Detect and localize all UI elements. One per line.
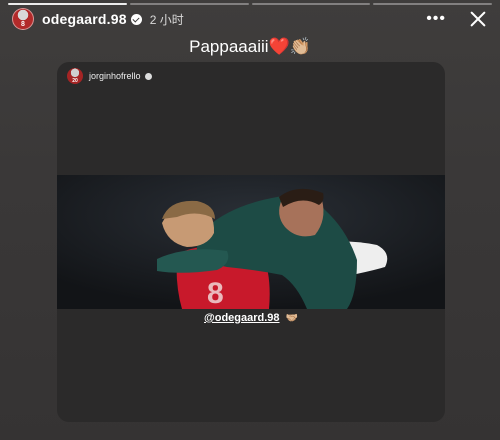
shared-post-username[interactable]: jorginhofrello (89, 71, 141, 81)
progress-segment (129, 3, 249, 5)
verified-badge-icon (130, 13, 142, 25)
verified-badge-icon (144, 72, 152, 80)
avatar[interactable]: 8 (12, 8, 34, 30)
mention-row: @odegaard.98 🤝🏼 (57, 312, 445, 324)
avatar-jersey-number: 8 (21, 21, 25, 28)
progress-segment (373, 3, 492, 5)
story-caption: Pappaaaiii❤️👏🏼 (189, 37, 311, 56)
progress-segment (251, 3, 371, 5)
close-icon[interactable] (468, 9, 488, 29)
story-progress-bar (8, 3, 492, 5)
shared-post-photo: 8 (57, 175, 445, 309)
story-header: 8 odegaard.98 2 小时 ••• (12, 8, 488, 30)
more-horizontal-icon[interactable]: ••• (426, 11, 446, 27)
shared-post-avatar[interactable]: 20 (67, 68, 83, 84)
shared-avatar-jersey-number: 20 (72, 78, 78, 84)
handshake-emoji: 🤝🏼 (285, 312, 298, 324)
svg-text:8: 8 (207, 277, 224, 309)
mention-sticker[interactable]: @odegaard.98 (204, 312, 280, 324)
username[interactable]: odegaard.98 (42, 11, 127, 27)
players-embrace-image: 8 (57, 175, 445, 309)
shared-post-header: 20 jorginhofrello (67, 67, 152, 85)
timestamp: 2 小时 (149, 12, 184, 27)
shared-post-card[interactable]: 20 jorginhofrello 8 @odegaard.98 🤝🏼 (57, 62, 445, 422)
progress-segment (8, 3, 127, 5)
